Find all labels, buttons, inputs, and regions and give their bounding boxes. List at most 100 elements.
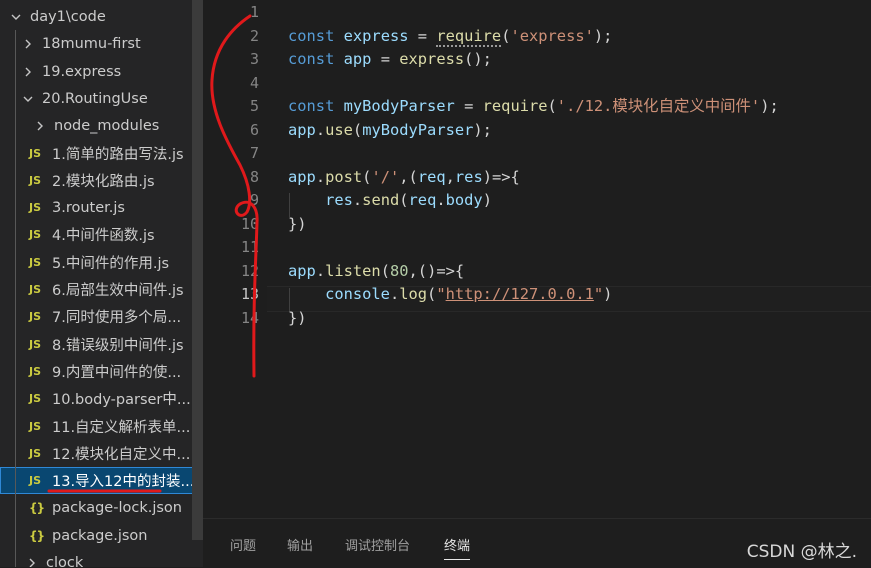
code-line[interactable]: const express = require('express');	[288, 25, 612, 47]
explorer-file[interactable]: {} package-lock.json	[0, 494, 203, 521]
explorer-folder[interactable]: 18mumu-first	[0, 30, 203, 57]
explorer-file[interactable]: JS 4.中间件函数.js	[0, 221, 203, 248]
explorer-sidebar: day1\code 18mumu-first 19.express 20.Routin…	[0, 0, 203, 567]
line-number: 5	[249, 97, 259, 115]
line-number: 3	[249, 50, 259, 68]
explorer-file[interactable]: JS 3.router.js	[0, 194, 203, 221]
explorer-item-label: 20.RoutingUse	[42, 90, 148, 107]
code-token: .	[389, 285, 400, 303]
code-token: myBodyParser	[362, 121, 474, 139]
line-number: 9	[249, 191, 259, 209]
line-number: 8	[249, 168, 259, 186]
code-token: express	[399, 50, 465, 68]
code-line[interactable]: console.log("http://127.0.0.1")	[288, 283, 612, 305]
code-token: require	[482, 97, 548, 115]
explorer-scrollbar[interactable]	[192, 0, 203, 540]
explorer-file[interactable]: JS 8.错误级别中间件.js	[0, 331, 203, 358]
code-line[interactable]: app.use(myBodyParser);	[288, 119, 492, 141]
code-token: 80	[389, 262, 409, 280]
explorer-item-label: 6.局部生效中间件.js	[52, 283, 184, 299]
explorer-folder[interactable]: clock	[0, 549, 203, 567]
js-file-icon: JS	[29, 283, 42, 296]
code-token: app	[288, 168, 316, 186]
code-line[interactable]: res.send(req.body)	[288, 189, 492, 211]
code-token: const	[288, 50, 335, 68]
explorer-item-label: 10.body-parser中...	[52, 392, 191, 408]
js-file-icon: JS	[29, 228, 42, 241]
explorer-item-label: package.json	[52, 527, 148, 544]
code-editor[interactable]: 1 2 3 4 5 6 7 8 9 10 11 12 13 14 const express = requ…	[203, 0, 871, 518]
code-token: (	[547, 97, 557, 115]
code-line[interactable]: app.post('/',(req,res)=>{	[288, 166, 520, 188]
explorer-folder[interactable]: node_modules	[0, 112, 203, 139]
line-number: 12	[240, 262, 259, 280]
code-token: ();	[464, 50, 492, 68]
explorer-item-label: 19.express	[42, 63, 122, 80]
panel-tab[interactable]: 终端	[444, 535, 471, 560]
chevron-right-icon	[22, 66, 34, 78]
explorer-item-label: 7.同时使用多个局...	[52, 310, 182, 326]
code-line[interactable]: })	[288, 213, 307, 235]
explorer-file[interactable]: JS 10.body-parser中...	[0, 385, 203, 412]
chevron-right-icon	[22, 38, 34, 50]
explorer-file[interactable]: JS 7.同时使用多个局...	[0, 303, 203, 330]
code-token: (	[352, 121, 363, 139]
chevron-down-icon	[10, 11, 22, 23]
explorer-item-label: 5.中间件的作用.js	[52, 256, 170, 272]
code-token: '/'	[371, 168, 400, 186]
line-number: 11	[240, 238, 259, 256]
explorer-file[interactable]: JS 9.内置中间件的使...	[0, 358, 203, 385]
explorer-folder[interactable]: day1\code	[0, 3, 203, 30]
watermark: CSDN @林之.	[746, 542, 857, 562]
code-line[interactable]: })	[288, 307, 307, 329]
js-file-icon: JS	[29, 310, 42, 323]
code-token: console	[325, 285, 390, 303]
explorer-folder[interactable]: 19.express	[0, 58, 203, 85]
panel-tab[interactable]: 调试控制台	[345, 535, 410, 554]
code-line[interactable]: const app = express();	[288, 48, 492, 70]
js-file-icon: JS	[29, 338, 42, 351]
code-token: })	[288, 215, 307, 233]
explorer-item-label: 11.自定义解析表单...	[52, 420, 191, 436]
code-token: "	[593, 285, 604, 303]
json-file-icon: {}	[29, 500, 45, 515]
explorer-item-label: day1\code	[30, 8, 106, 25]
js-file-icon: JS	[29, 174, 42, 187]
code-line[interactable]: app.listen(80,()=>{	[288, 260, 464, 282]
panel-tab[interactable]: 问题	[230, 535, 256, 554]
code-token: .	[315, 262, 326, 280]
js-file-icon: JS	[29, 420, 42, 433]
line-number: 14	[240, 309, 259, 327]
explorer-file[interactable]: JS 6.局部生效中间件.js	[0, 276, 203, 303]
code-token: app	[288, 262, 316, 280]
explorer-file[interactable]: JS 5.中间件的作用.js	[0, 249, 203, 276]
code-token: res	[454, 168, 483, 186]
explorer-file[interactable]: JS 2.模块化路由.js	[0, 167, 203, 194]
explorer-file[interactable]: JS 1.简单的路由写法.js	[0, 140, 203, 167]
line-number: 10	[240, 215, 259, 233]
code-token: .	[352, 191, 363, 209]
line-number: 6	[249, 121, 259, 139]
js-file-icon: JS	[29, 201, 42, 214]
code-token: res	[325, 191, 353, 209]
code-token: req	[408, 191, 437, 209]
code-token: =	[454, 97, 483, 115]
explorer-item-label: clock	[46, 554, 84, 568]
code-token: );	[760, 97, 779, 115]
code-token: })	[288, 309, 307, 327]
code-token: './12.模块化自定义中间件'	[556, 97, 761, 115]
line-number: 2	[249, 27, 259, 45]
panel-tab[interactable]: 输出	[287, 535, 313, 554]
code-token: (	[399, 191, 409, 209]
explorer-file[interactable]: {} package.json	[0, 522, 203, 549]
code-token: body	[445, 191, 483, 209]
explorer-folder[interactable]: 20.RoutingUse	[0, 85, 203, 112]
code-token: ,(	[399, 168, 418, 186]
explorer-file[interactable]: JS 11.自定义解析表单...	[0, 413, 203, 440]
explorer-file[interactable]: JS 13.导入12中的封装...	[0, 467, 203, 494]
explorer-file[interactable]: JS 12.模块化自定义中...	[0, 440, 203, 467]
code-token: require	[436, 27, 502, 47]
code-line[interactable]: const myBodyParser = require('./12.模块化自定…	[288, 95, 779, 117]
